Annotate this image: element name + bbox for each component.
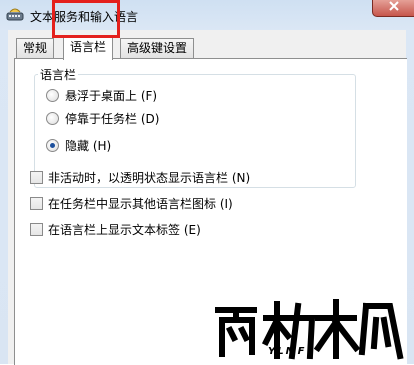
radio-label: 隐藏 (H) [65,138,112,153]
checkbox[interactable] [30,222,43,236]
keyboard-icon [6,6,24,22]
dialog-window: 文本服务和输入语言 常规 语言栏 高级键设置 语言栏 悬浮于桌面上 (F) 停靠… [0,0,414,365]
checkbox[interactable] [30,170,43,184]
watermark-logo [215,299,404,360]
radio-button[interactable] [46,111,59,125]
radio-button-selected[interactable] [46,138,59,152]
checkbox-transparent-when-inactive[interactable]: 非活动时，以透明状态显示语言栏 (N) [30,168,250,186]
radio-hidden[interactable]: 隐藏 (H) [46,136,111,154]
checkbox-label: 在任务栏中显示其他语言栏图标 (I) [48,196,233,211]
tab-label: 常规 [23,41,48,55]
checkbox-show-other-icons[interactable]: 在任务栏中显示其他语言栏图标 (I) [30,194,233,212]
radio-float-on-desktop[interactable]: 悬浮于桌面上 (F) [46,86,157,104]
annotation-highlight-box [52,0,120,38]
radio-dock-taskbar[interactable]: 停靠于任务栏 (D) [46,109,159,127]
close-button[interactable] [372,0,414,17]
checkbox[interactable] [30,196,43,210]
radio-label: 悬浮于桌面上 (F) [65,88,158,103]
checkbox-label: 非活动时，以透明状态显示语言栏 (N) [48,170,251,185]
radio-label: 停靠于任务栏 (D) [65,111,160,126]
tab-label: 语言栏 [70,40,107,54]
checkbox-show-text-labels[interactable]: 在语言栏上显示文本标签 (E) [30,220,201,238]
group-title: 语言栏 [38,66,79,83]
close-icon [389,1,399,11]
tab-general[interactable]: 常规 [16,38,55,58]
watermark-subtext: YLMF [268,346,307,357]
tab-label: 高级键设置 [127,41,188,55]
checkbox-label: 在语言栏上显示文本标签 (E) [48,222,201,237]
tab-advanced-key-settings[interactable]: 高级键设置 [120,38,195,58]
radio-button[interactable] [46,88,59,102]
tab-language-bar[interactable]: 语言栏 [63,35,114,60]
